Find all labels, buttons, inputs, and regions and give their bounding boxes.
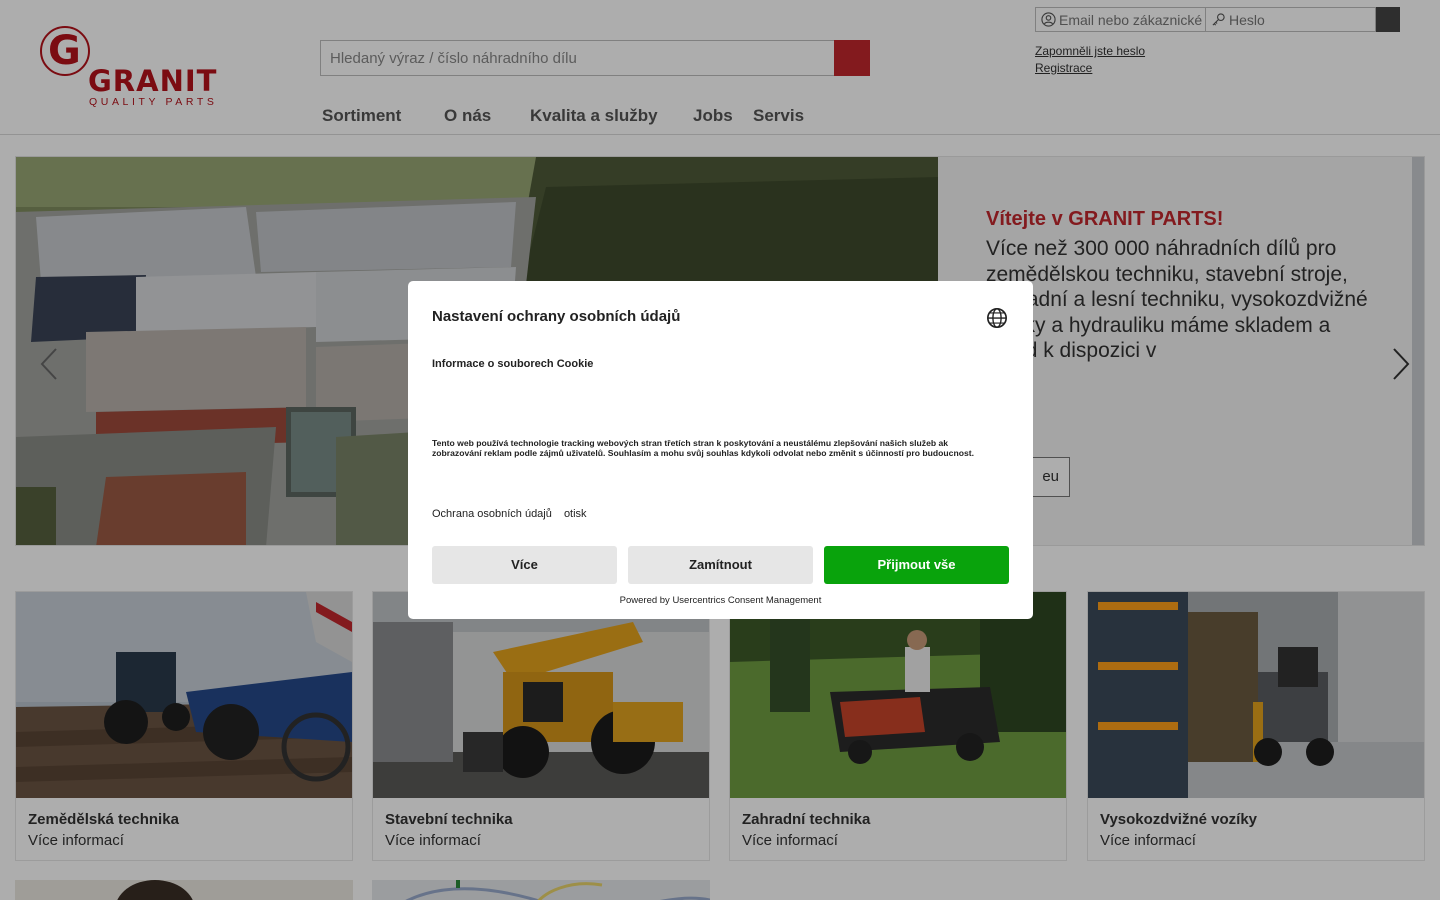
cookie-consent-dialog: Nastavení ochrany osobních údajů Informa… xyxy=(408,281,1033,619)
more-button[interactable]: Více xyxy=(432,546,617,584)
consent-powered-by[interactable]: Powered by Usercentrics Consent Manageme… xyxy=(408,595,1033,606)
globe-icon[interactable] xyxy=(986,307,1008,329)
accept-all-button[interactable]: Přijmout vše xyxy=(824,546,1009,584)
consent-subtitle: Informace o souborech Cookie xyxy=(432,358,594,370)
privacy-link[interactable]: Ochrana osobních údajů xyxy=(432,508,552,520)
consent-title: Nastavení ochrany osobních údajů xyxy=(432,308,681,325)
consent-text: Tento web používá technologie tracking w… xyxy=(432,438,974,458)
imprint-link[interactable]: otisk xyxy=(564,508,587,520)
deny-button[interactable]: Zamítnout xyxy=(628,546,813,584)
consent-links: Ochrana osobních údajů otisk xyxy=(432,508,596,520)
